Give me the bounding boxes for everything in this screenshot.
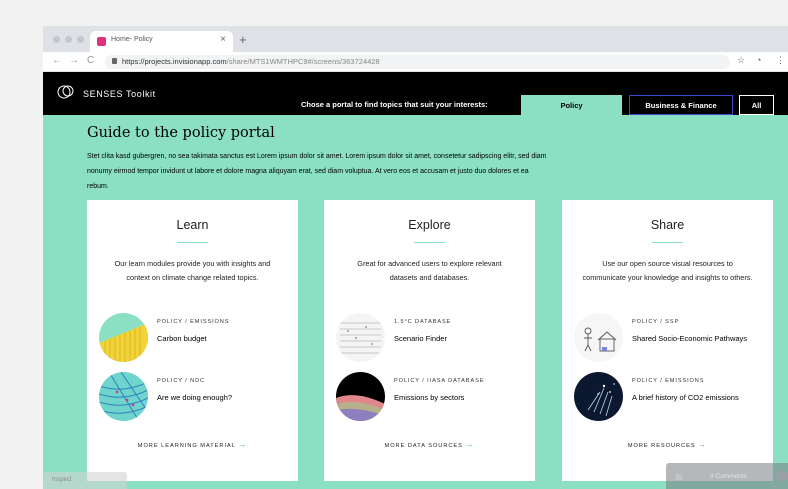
scenario-finder-thumbnail xyxy=(336,313,385,362)
forward-icon[interactable]: → xyxy=(69,55,79,66)
site-header: SENSES Toolkit Chose a portal to find to… xyxy=(43,72,788,115)
logo-text[interactable]: SENSES Toolkit xyxy=(83,89,156,99)
co2-history-thumbnail xyxy=(574,372,623,421)
card-share: Share Use our open source visual resourc… xyxy=(562,200,773,481)
card-description: Use our open source visual resources to … xyxy=(582,259,753,282)
more-resources-link[interactable]: MORE RESOURCES → xyxy=(562,440,773,449)
item-title: Carbon budget xyxy=(157,334,207,343)
menu-dots-icon[interactable]: ⋮ xyxy=(776,55,785,66)
card-explore: Explore Great for advanced users to expl… xyxy=(324,200,535,481)
card-title: Learn xyxy=(176,218,209,232)
card-title: Explore xyxy=(408,218,451,232)
arrow-right-icon: → xyxy=(698,440,708,449)
list-item-co2-history[interactable]: POLICY / EMISSIONS A brief history of CO… xyxy=(574,372,769,424)
item-category: POLICY / SSP xyxy=(632,319,680,325)
tab-close-icon[interactable]: × xyxy=(220,34,226,45)
avatar[interactable] xyxy=(776,470,788,482)
reload-icon[interactable]: C xyxy=(87,55,94,66)
inspect-bar[interactable]: Inspect xyxy=(43,472,127,489)
item-title: Scenario Finder xyxy=(394,334,447,343)
arrow-right-icon: → xyxy=(465,440,475,449)
url-path: /share/MTS1WMTHPC9#/screens/363724428 xyxy=(226,57,380,66)
url-host: https://projects.invisionapp.com xyxy=(122,57,227,66)
card-title: Share xyxy=(650,218,685,232)
ndc-thumbnail xyxy=(99,372,148,421)
main-content: Guide to the policy portal Stet clita ka… xyxy=(43,115,788,489)
browser-tabbar: Home- Policy × + xyxy=(43,26,788,52)
item-title: Are we doing enough? xyxy=(157,393,233,402)
bookmark-star-icon[interactable]: ☆ xyxy=(737,55,745,66)
item-category: 1.5°C DATABASE xyxy=(394,319,452,325)
browser-tab[interactable]: Home- Policy × xyxy=(90,31,233,52)
card-description: Great for advanced users to explore rele… xyxy=(357,259,502,282)
more-learning-link[interactable]: MORE LEARNING MATERIAL → xyxy=(87,440,298,449)
page-title: Guide to the policy portal xyxy=(87,125,275,141)
back-icon[interactable]: ← xyxy=(52,55,62,66)
tab-business-finance[interactable]: Business & Finance xyxy=(629,95,733,115)
window-minimize-dot[interactable] xyxy=(65,36,72,43)
ssp-thumbnail xyxy=(574,313,623,362)
item-category: POLICY / NDC xyxy=(157,378,205,384)
more-label: MORE DATA SOURCES xyxy=(384,443,463,449)
window-zoom-dot[interactable] xyxy=(77,36,84,43)
lock-icon xyxy=(112,58,117,64)
divider xyxy=(652,242,683,243)
browser-toolbar: ← → C https://projects.invisionapp.com/s… xyxy=(43,52,788,72)
inspect-label: Inspect xyxy=(52,477,72,483)
list-item-are-we-doing-enough[interactable]: POLICY / NDC Are we doing enough? xyxy=(99,372,294,424)
divider xyxy=(177,242,208,243)
item-category: POLICY / EMISSIONS xyxy=(157,319,230,325)
invision-comments-bar[interactable]: ⊞ 0 Comments xyxy=(666,463,788,489)
url-text: https://projects.invisionapp.com/share/M… xyxy=(122,57,380,66)
address-bar[interactable]: https://projects.invisionapp.com/share/M… xyxy=(105,55,730,69)
invision-favicon-icon xyxy=(97,37,106,46)
divider xyxy=(414,242,445,243)
tab-all[interactable]: All xyxy=(739,95,774,115)
list-item-ssp[interactable]: POLICY / SSP Shared Socio-Economic Pathw… xyxy=(574,313,769,365)
item-category: POLICY / EMISSIONS xyxy=(632,378,705,384)
grid-icon[interactable]: ⊞ xyxy=(675,472,683,483)
card-description: Our learn modules provide you with insig… xyxy=(114,259,271,282)
arrow-right-icon: → xyxy=(238,440,248,449)
tab-policy[interactable]: Policy xyxy=(521,95,622,115)
tab-title: Home- Policy xyxy=(111,36,153,43)
carbon-budget-thumbnail xyxy=(99,313,148,362)
portal-prompt: Chose a portal to find topics that suit … xyxy=(301,100,488,109)
list-item-emissions-by-sectors[interactable]: POLICY / IIASA DATABASE Emissions by sec… xyxy=(336,372,531,424)
comments-count[interactable]: 0 Comments xyxy=(710,473,747,480)
more-data-sources-link[interactable]: MORE DATA SOURCES → xyxy=(324,440,535,449)
intro-text: Stet clita kasd gubergren, no sea takima… xyxy=(87,153,547,190)
card-learn: Learn Our learn modules provide you with… xyxy=(87,200,298,481)
item-title: Shared Socio-Economic Pathways xyxy=(632,334,748,343)
senses-logo-icon[interactable] xyxy=(57,83,75,101)
item-category: POLICY / IIASA DATABASE xyxy=(394,378,485,384)
item-title: A brief history of CO2 emissions xyxy=(632,393,739,402)
list-item-carbon-budget[interactable]: POLICY / EMISSIONS Carbon budget xyxy=(99,313,294,365)
new-tab-icon[interactable]: + xyxy=(239,32,247,47)
extension-icon[interactable]: ◔ xyxy=(756,55,761,65)
item-title: Emissions by sectors xyxy=(394,393,465,402)
window-close-dot[interactable] xyxy=(53,36,60,43)
browser-window: Home- Policy × + ← → C https://projects.… xyxy=(43,26,788,489)
more-label: MORE RESOURCES xyxy=(627,443,696,449)
list-item-scenario-finder[interactable]: 1.5°C DATABASE Scenario Finder xyxy=(336,313,531,365)
more-label: MORE LEARNING MATERIAL xyxy=(137,443,236,449)
emissions-sectors-thumbnail xyxy=(336,372,385,421)
